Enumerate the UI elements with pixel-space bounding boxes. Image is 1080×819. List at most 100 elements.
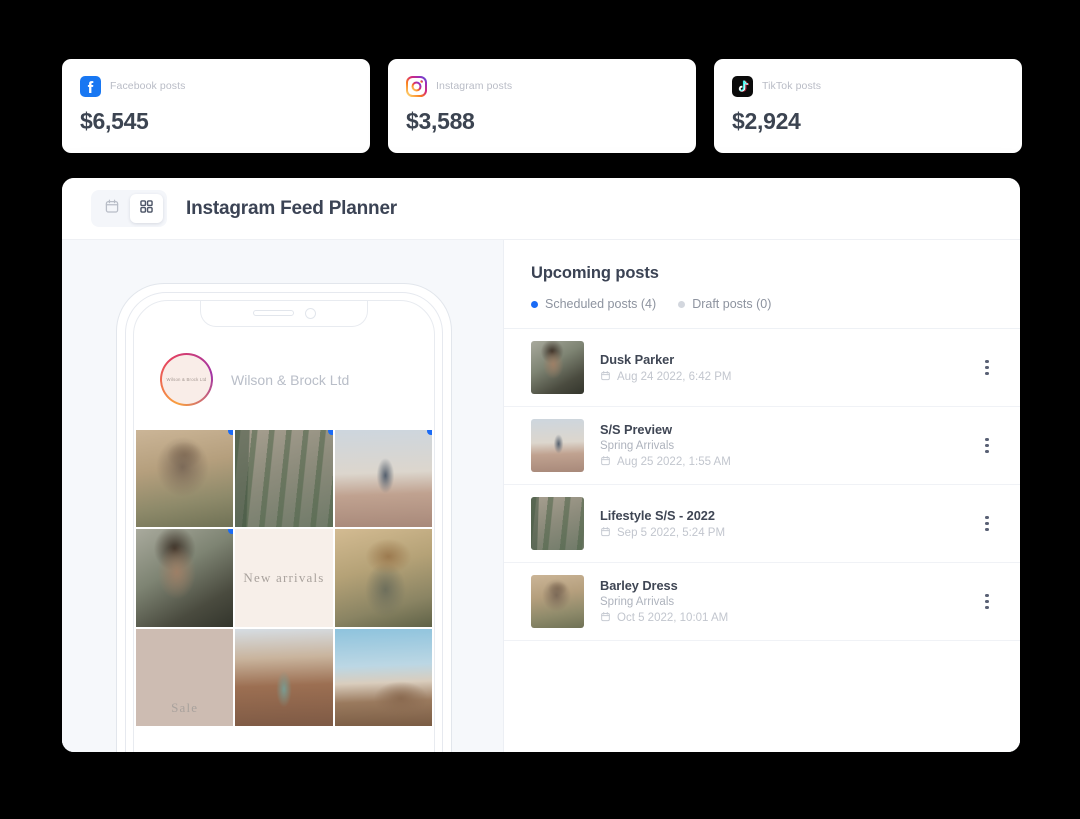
calendar-view-button[interactable]: [95, 194, 128, 223]
feed-grid: New arrivals Sale: [134, 430, 434, 727]
stat-card-instagram[interactable]: Instagram posts $3,588: [388, 59, 696, 153]
avatar[interactable]: Wilson & Brock Ltd: [160, 353, 213, 406]
scheduled-marker-dot: [427, 430, 432, 435]
feed-grid-cell[interactable]: [334, 529, 432, 627]
post-title: Lifestyle S/S - 2022: [600, 507, 715, 523]
post-date-text: Sep 5 2022, 5:24 PM: [617, 526, 726, 539]
grid-view-button[interactable]: [130, 194, 163, 223]
stat-card-tiktok[interactable]: TikTok posts $2,924: [714, 59, 1022, 153]
page-title: Instagram Feed Planner: [186, 197, 398, 219]
panel-header: Instagram Feed Planner: [62, 178, 1020, 240]
feed-cell-image: [136, 430, 234, 528]
feed-cell-label: Sale: [171, 700, 199, 716]
instagram-icon: [406, 75, 427, 97]
post-subtitle: Spring Arrivals: [600, 596, 675, 608]
screen-root: Facebook posts $6,545 Instagram posts $3…: [0, 0, 1080, 819]
avatar-label: Wilson & Brock Ltd: [162, 355, 211, 404]
stat-card-header: Instagram posts: [406, 75, 678, 97]
feed-cell-image: [235, 430, 333, 528]
post-date: Aug 24 2022, 6:42 PM: [600, 370, 976, 384]
post-thumbnail: [531, 575, 584, 628]
post-title: Barley Dress: [600, 578, 678, 593]
kebab-menu-icon[interactable]: [976, 437, 998, 454]
upcoming-posts-column: Upcoming posts Scheduled posts (4) Draft …: [503, 240, 1020, 752]
feed-grid-cell[interactable]: [136, 430, 234, 528]
post-row[interactable]: Lifestyle S/S - 2022 Sep 5 2022, 5:24 PM: [504, 485, 1020, 563]
post-row[interactable]: S/S Preview Spring Arrivals Aug 25 2022, 1…: [504, 407, 1020, 485]
feed-grid-cell[interactable]: [136, 529, 234, 627]
post-date: Aug 25 2022, 1:55 AM: [600, 455, 976, 469]
post-info: S/S Preview Spring Arrivals Aug 25 2022, 1…: [600, 422, 976, 469]
feed-cell-label: New arrivals: [243, 570, 325, 586]
upcoming-posts-header: Upcoming posts Scheduled posts (4) Draft …: [504, 240, 1020, 329]
post-thumbnail-image: [531, 419, 584, 472]
stat-card-header: TikTok posts: [732, 75, 1004, 97]
stat-card-value: $3,588: [406, 108, 475, 134]
feed-cell-image: [334, 430, 432, 528]
legend-item[interactable]: Draft posts (0): [678, 297, 771, 311]
calendar-icon: [600, 526, 611, 540]
post-thumbnail: [531, 341, 584, 394]
feed-cell-image: [136, 529, 234, 627]
stat-card-row: Facebook posts $6,545 Instagram posts $3…: [62, 59, 1022, 153]
posts-list-empty-space: [504, 641, 1020, 752]
legend-item[interactable]: Scheduled posts (4): [531, 297, 656, 311]
feed-cell-image: [235, 628, 333, 727]
calendar-icon: [600, 370, 611, 384]
post-row[interactable]: Barley Dress Spring Arrivals Oct 5 2022, 1…: [504, 563, 1020, 641]
stat-card-value: $2,924: [732, 108, 801, 134]
tiktok-icon: [732, 75, 753, 97]
stat-card-label: TikTok posts: [762, 80, 822, 92]
feed-grid-cell[interactable]: New arrivals: [235, 529, 333, 627]
legend-dot: [678, 300, 686, 308]
post-thumbnail-image: [531, 497, 584, 550]
post-thumbnail: [531, 419, 584, 472]
panel-body: Wilson & Brock Ltd Wilson & Brock Ltd Ne…: [62, 240, 1020, 752]
post-date: Sep 5 2022, 5:24 PM: [600, 526, 976, 540]
feed-planner-panel: Instagram Feed Planner Wilson & Brock Lt…: [62, 178, 1020, 752]
kebab-menu-icon[interactable]: [976, 359, 998, 376]
post-row[interactable]: Dusk Parker Aug 24 2022, 6:42 PM: [504, 329, 1020, 407]
kebab-menu-icon[interactable]: [976, 593, 998, 610]
camera-icon: [304, 307, 316, 319]
speaker-icon: [252, 310, 294, 316]
calendar-icon: [600, 611, 611, 625]
feed-grid-cell[interactable]: [334, 628, 432, 727]
post-info: Barley Dress Spring Arrivals Oct 5 2022, 1…: [600, 578, 976, 625]
feed-grid-cell[interactable]: [235, 430, 333, 528]
legend-label: Draft posts (0): [692, 297, 772, 311]
kebab-menu-icon[interactable]: [976, 515, 998, 532]
stat-card-label: Facebook posts: [110, 80, 186, 92]
posts-legend: Scheduled posts (4) Draft posts (0): [531, 297, 993, 311]
post-thumbnail-image: [531, 341, 584, 394]
facebook-icon: [80, 75, 101, 97]
calendar-icon: [600, 455, 611, 469]
post-date-text: Oct 5 2022, 10:01 AM: [617, 612, 729, 624]
view-toggle-group[interactable]: [91, 190, 167, 227]
phone-bezel: Wilson & Brock Ltd Wilson & Brock Ltd Ne…: [125, 292, 443, 752]
grid-icon: [139, 199, 154, 219]
post-info: Lifestyle S/S - 2022 Sep 5 2022, 5:24 PM: [600, 508, 976, 540]
post-date-text: Aug 25 2022, 1:55 AM: [617, 456, 731, 468]
legend-label: Scheduled posts (4): [545, 297, 657, 311]
posts-list: Dusk Parker Aug 24 2022, 6:42 PM S/S Previ…: [504, 329, 1020, 641]
phone-preview-column: Wilson & Brock Ltd Wilson & Brock Ltd Ne…: [62, 240, 503, 752]
stat-card-value: $6,545: [80, 108, 149, 134]
feed-grid-cell[interactable]: [235, 628, 333, 727]
stat-card-header: Facebook posts: [80, 75, 352, 97]
post-thumbnail-image: [531, 575, 584, 628]
post-subtitle: Spring Arrivals: [600, 440, 675, 452]
feed-cell-image: [334, 529, 432, 627]
feed-grid-cell[interactable]: Sale: [136, 628, 234, 727]
phone-mockup: Wilson & Brock Ltd Wilson & Brock Ltd Ne…: [116, 283, 452, 752]
post-title: S/S Preview: [600, 422, 673, 437]
post-info: Dusk Parker Aug 24 2022, 6:42 PM: [600, 352, 976, 384]
post-date-text: Aug 24 2022, 6:42 PM: [617, 370, 732, 383]
stat-card-facebook[interactable]: Facebook posts $6,545: [62, 59, 370, 153]
feed-grid-cell[interactable]: [334, 430, 432, 528]
scheduled-marker-dot: [228, 430, 234, 435]
post-date: Oct 5 2022, 10:01 AM: [600, 611, 976, 625]
calendar-icon: [104, 198, 120, 219]
phone-screen: Wilson & Brock Ltd Wilson & Brock Ltd Ne…: [133, 300, 435, 752]
phone-notch: [200, 301, 368, 327]
